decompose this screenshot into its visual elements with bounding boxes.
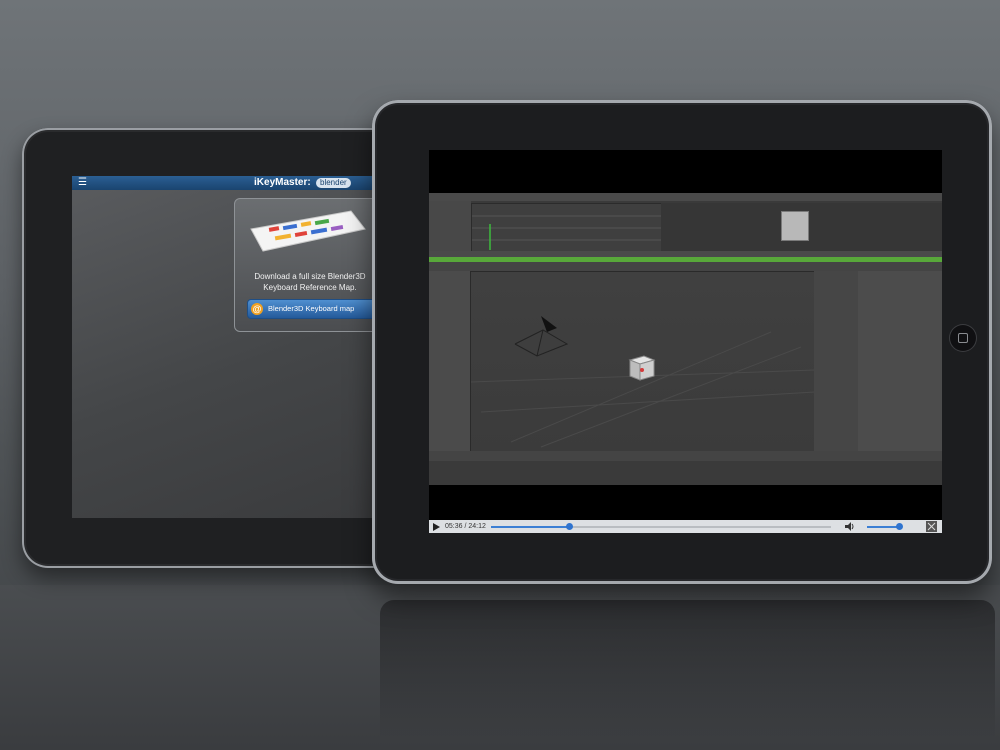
card-description: Download a full size Blender3D Keyboard … <box>254 272 366 292</box>
home-button[interactable] <box>950 325 976 351</box>
blender-properties-editor <box>858 271 942 451</box>
video-player-screen: 05:36 / 24:12 <box>429 150 942 533</box>
blender-3d-viewport[interactable] <box>470 271 816 453</box>
seek-bar-fill <box>491 526 570 528</box>
app-header: ☰ iKeyMaster: blender <box>72 176 402 190</box>
graph-curves <box>472 215 662 250</box>
volume-icon[interactable] <box>845 522 855 531</box>
blender-view-header <box>429 262 942 271</box>
mini-cube <box>781 211 809 241</box>
hamburger-icon[interactable]: ☰ <box>78 177 87 189</box>
fullscreen-icon[interactable] <box>926 521 937 532</box>
blender-graph-editor <box>471 203 663 253</box>
front-tablet: 05:36 / 24:12 <box>372 100 992 584</box>
seek-bar-knob[interactable] <box>566 523 574 530</box>
video-controls: 05:36 / 24:12 <box>429 520 942 533</box>
blender-timeline-footer <box>429 461 942 485</box>
blender-top-menu <box>429 193 942 201</box>
seek-bar[interactable] <box>491 523 831 530</box>
blender-badge: blender <box>316 178 351 188</box>
default-cube[interactable] <box>626 352 658 384</box>
blender-camera-view <box>661 203 942 251</box>
video-time: 05:36 / 24:12 <box>445 523 486 530</box>
blender-properties-n-panel <box>814 271 858 451</box>
download-card: Download a full size Blender3D Keyboard … <box>234 198 386 332</box>
at-icon: @ <box>251 303 263 315</box>
volume-slider[interactable] <box>867 523 904 530</box>
keyboard-map-thumbnail <box>250 210 366 252</box>
play-icon[interactable] <box>433 523 440 531</box>
blender-channel-list <box>429 201 471 257</box>
keyboard-map-button[interactable]: @ Blender3D Keyboard map <box>247 299 379 319</box>
blender-video-frame <box>429 193 942 485</box>
back-tablet: ☰ iKeyMaster: blender Download a full si… <box>22 128 402 568</box>
app-brand: iKeyMaster: <box>254 177 311 189</box>
keyboard-map-button-label: Blender3D Keyboard map <box>268 304 355 313</box>
volume-slider-fill <box>867 526 900 528</box>
blender-tool-shelf <box>429 271 470 451</box>
front-tablet-reflection <box>380 600 995 740</box>
blender-viewport-footer <box>429 451 942 461</box>
volume-slider-knob[interactable] <box>896 523 904 530</box>
brand-text: KeyMaster: <box>256 177 311 188</box>
ikeymaster-screen: ☰ iKeyMaster: blender Download a full si… <box>72 176 402 518</box>
